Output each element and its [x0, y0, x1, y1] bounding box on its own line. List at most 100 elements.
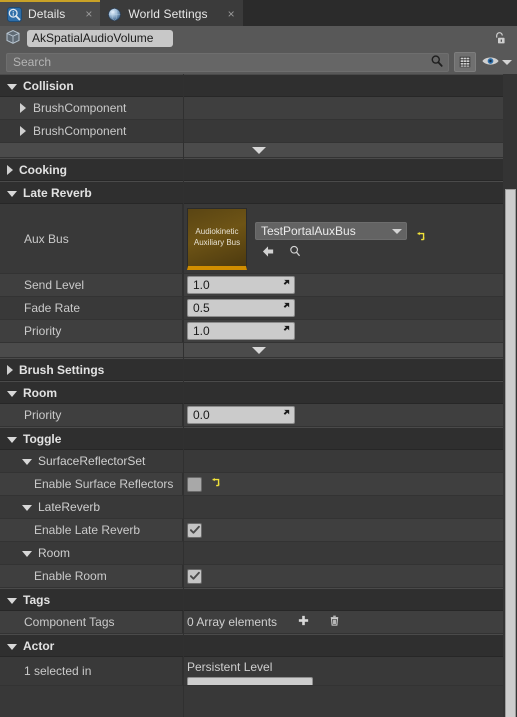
- component-row-brushcomponent-1[interactable]: BrushComponent: [0, 97, 517, 120]
- drag-value-icon[interactable]: [280, 301, 291, 315]
- unlock-icon[interactable]: [492, 31, 513, 46]
- category-toggle[interactable]: Toggle: [0, 427, 517, 450]
- component-label: BrushComponent: [33, 101, 127, 115]
- subcategory-label: SurfaceReflectorSet: [38, 454, 146, 468]
- property-row-enable-room: Enable Room: [0, 565, 517, 588]
- property-row-fade-rate: Fade Rate 0.5: [0, 297, 517, 320]
- expander-closed-icon[interactable]: [7, 164, 13, 175]
- property-label-priority-reverb: Priority: [0, 320, 183, 342]
- component-row-brushcomponent-2[interactable]: BrushComponent: [0, 120, 517, 143]
- expander-closed-icon[interactable]: [20, 103, 26, 113]
- tab-details[interactable]: Details ×: [0, 0, 101, 26]
- fade-rate-input[interactable]: 0.5: [187, 299, 295, 317]
- subcategory-surfacereflectorset[interactable]: SurfaceReflectorSet: [0, 450, 517, 473]
- expander-open-icon[interactable]: [7, 436, 17, 443]
- aux-bus-thumb-line2: Auxiliary Bus: [193, 238, 241, 247]
- property-row-component-tags: Component Tags 0 Array elements: [0, 611, 517, 634]
- chevron-double-down-icon: [251, 146, 266, 154]
- tab-world-settings[interactable]: World Settings ×: [100, 0, 243, 26]
- category-tags-label: Tags: [23, 592, 51, 607]
- subcategory-latereverb[interactable]: LateReverb: [0, 496, 517, 519]
- actor-name-value: AkSpatialAudioVolume: [32, 31, 154, 45]
- property-label-selected-in: 1 selected in: [0, 657, 183, 685]
- category-toggle-label: Toggle: [23, 431, 62, 446]
- category-room[interactable]: Room: [0, 381, 517, 404]
- room-priority-value: 0.0: [193, 408, 210, 422]
- category-brush-settings[interactable]: Brush Settings: [0, 358, 517, 381]
- tab-details-label: Details: [28, 7, 66, 21]
- category-brush-settings-label: Brush Settings: [19, 362, 105, 377]
- actor-name-field[interactable]: AkSpatialAudioVolume: [27, 29, 173, 47]
- grid-view-icon[interactable]: [454, 52, 476, 72]
- enable-late-reverb-checkbox[interactable]: [187, 522, 202, 538]
- property-label-enable-room: Enable Room: [0, 565, 183, 587]
- tab-details-close-icon[interactable]: ×: [85, 8, 92, 20]
- expander-open-icon[interactable]: [7, 83, 17, 90]
- drag-value-icon[interactable]: [280, 278, 291, 292]
- expander-open-icon[interactable]: [7, 643, 17, 650]
- show-more-late-reverb-button[interactable]: [0, 343, 517, 358]
- priority-reverb-input[interactable]: 1.0: [187, 322, 295, 340]
- actor-name-row: AkSpatialAudioVolume: [0, 26, 517, 50]
- vertical-scrollbar[interactable]: [503, 74, 517, 717]
- view-options-button[interactable]: [481, 54, 512, 71]
- expander-open-icon[interactable]: [22, 551, 32, 557]
- expander-open-icon[interactable]: [7, 597, 17, 604]
- tab-world-settings-close-icon[interactable]: ×: [228, 8, 235, 20]
- column-divider: [183, 74, 184, 717]
- search-icon[interactable]: [430, 54, 444, 71]
- expander-open-icon[interactable]: [7, 390, 17, 397]
- reset-to-default-icon[interactable]: [415, 231, 427, 246]
- category-collision[interactable]: Collision: [0, 74, 517, 97]
- property-row-priority-reverb: Priority 1.0: [0, 320, 517, 343]
- expander-closed-icon[interactable]: [7, 364, 13, 375]
- plus-icon[interactable]: [297, 614, 310, 630]
- browse-magnifier-icon[interactable]: [288, 244, 302, 261]
- room-priority-input[interactable]: 0.0: [187, 406, 295, 424]
- eye-icon[interactable]: [481, 54, 500, 71]
- level-button-partial[interactable]: [187, 677, 313, 685]
- search-placeholder: Search: [13, 55, 52, 69]
- expander-open-icon[interactable]: [22, 459, 32, 465]
- tab-bar: Details × World Settings ×: [0, 0, 517, 26]
- enable-surface-reflectors-checkbox[interactable]: [187, 476, 202, 492]
- category-collision-label: Collision: [23, 78, 74, 93]
- chevron-double-down-icon: [251, 346, 266, 354]
- details-property-tree: Collision BrushComponent BrushComponent …: [0, 74, 517, 717]
- reset-to-default-icon[interactable]: [210, 477, 222, 492]
- category-cooking[interactable]: Cooking: [0, 158, 517, 181]
- expander-closed-icon[interactable]: [20, 126, 26, 136]
- subcategory-room[interactable]: Room: [0, 542, 517, 565]
- category-late-reverb[interactable]: Late Reverb: [0, 181, 517, 204]
- property-label-component-tags: Component Tags: [0, 611, 183, 633]
- expander-open-icon[interactable]: [7, 190, 17, 197]
- aux-bus-value: TestPortalAuxBus: [261, 224, 356, 238]
- property-label-enable-surface-reflectors: Enable Surface Reflectors: [0, 473, 183, 495]
- aux-bus-combo[interactable]: TestPortalAuxBus: [255, 222, 407, 240]
- expander-open-icon[interactable]: [22, 505, 32, 511]
- send-level-value: 1.0: [193, 278, 210, 292]
- category-tags[interactable]: Tags: [0, 588, 517, 611]
- search-input[interactable]: Search: [6, 52, 449, 72]
- enable-room-checkbox[interactable]: [187, 568, 202, 584]
- component-tags-value: 0 Array elements: [187, 615, 278, 629]
- property-row-selected-in: 1 selected in Persistent Level: [0, 657, 517, 686]
- drag-value-icon[interactable]: [280, 324, 291, 338]
- arrow-left-icon[interactable]: [261, 245, 276, 261]
- category-cooking-label: Cooking: [19, 162, 67, 177]
- drag-value-icon[interactable]: [280, 408, 291, 422]
- category-actor[interactable]: Actor: [0, 634, 517, 657]
- scrollbar-thumb[interactable]: [505, 189, 516, 717]
- send-level-input[interactable]: 1.0: [187, 276, 295, 294]
- chevron-down-icon[interactable]: [392, 228, 402, 234]
- property-label-aux-bus: Aux Bus: [0, 204, 183, 273]
- property-row-aux-bus: Aux Bus Audiokinetic Auxiliary Bus TestP…: [0, 204, 517, 274]
- show-more-collision-button[interactable]: [0, 143, 517, 158]
- category-room-label: Room: [23, 385, 57, 400]
- component-label: BrushComponent: [33, 124, 127, 138]
- search-row: Search: [0, 50, 517, 74]
- aux-bus-thumbnail[interactable]: Audiokinetic Auxiliary Bus: [187, 207, 247, 270]
- subcategory-label: LateReverb: [38, 500, 101, 514]
- chevron-down-icon[interactable]: [502, 59, 512, 65]
- trash-icon[interactable]: [328, 614, 341, 630]
